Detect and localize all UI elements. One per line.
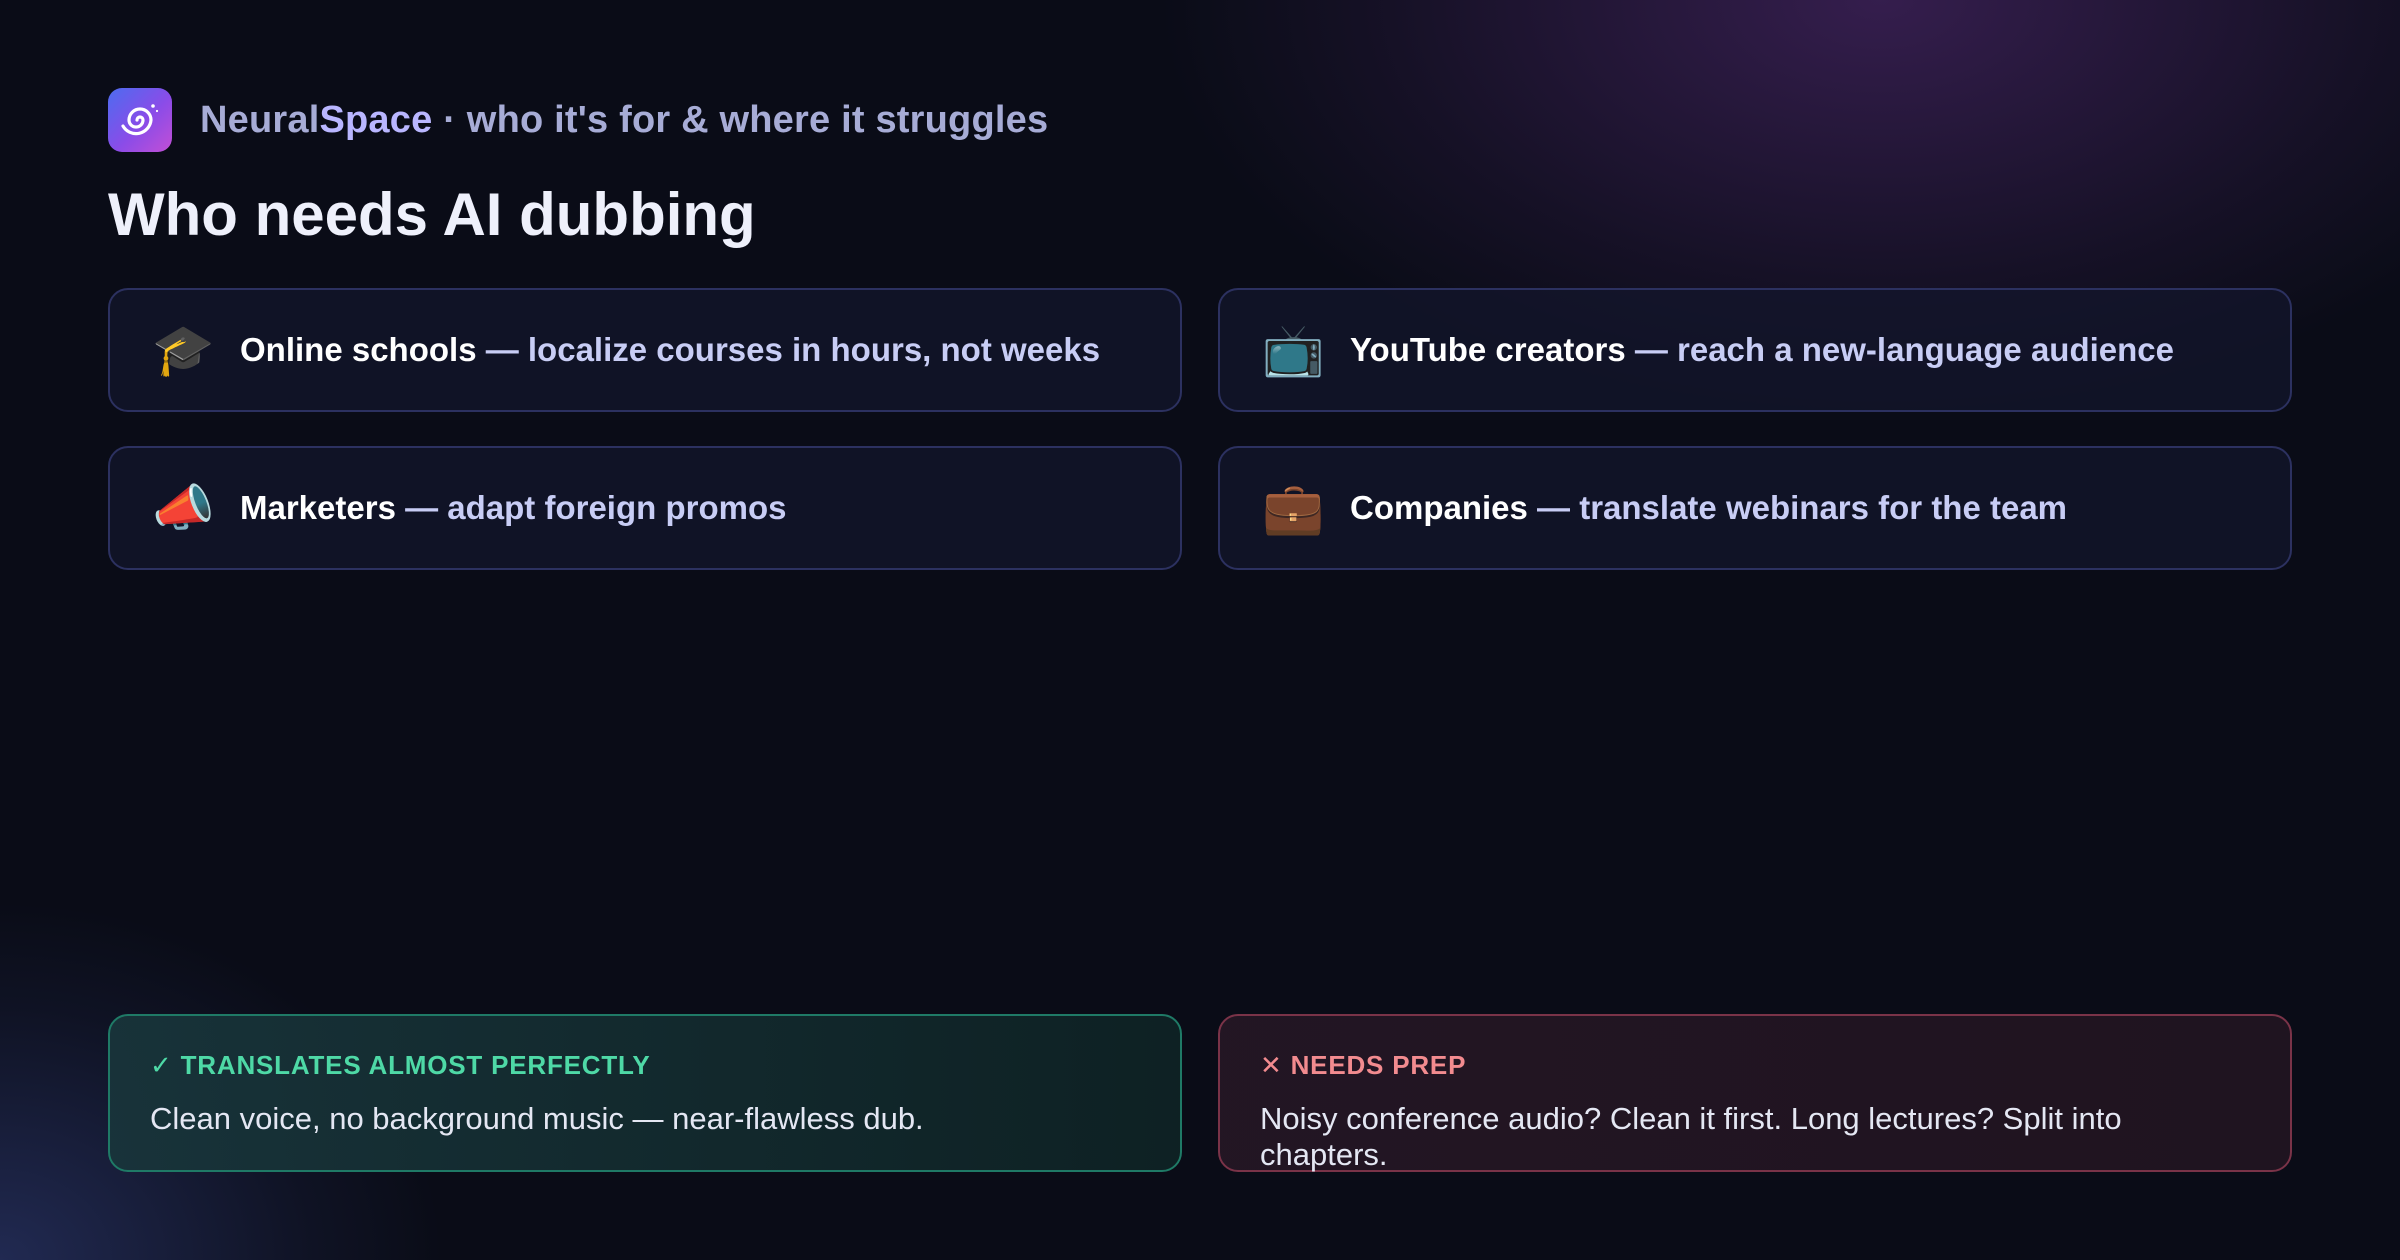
audience-name: Online schools bbox=[240, 331, 477, 368]
audience-desc: — localize courses in hours, not weeks bbox=[476, 331, 1101, 368]
audience-card-youtube-creators: 📺 YouTube creators — reach a new-languag… bbox=[1218, 288, 2292, 412]
audience-text: YouTube creators — reach a new-language … bbox=[1350, 331, 2174, 369]
audience-desc: — adapt foreign promos bbox=[395, 489, 787, 526]
brand-tagline: · who it's for & where it struggles bbox=[432, 98, 1049, 141]
audience-text: Online schools — localize courses in hou… bbox=[240, 331, 1100, 369]
note-body: Noisy conference audio? Clean it first. … bbox=[1260, 1101, 2122, 1172]
note-label: ✓ TRANSLATES ALMOST PERFECTLY bbox=[150, 1050, 651, 1080]
page-title: Who needs AI dubbing bbox=[108, 181, 756, 248]
graduation-cap-icon: 🎓 bbox=[152, 322, 215, 378]
briefcase-icon: 💼 bbox=[1262, 480, 1325, 536]
brand-title: NeuralSpace · who it's for & where it st… bbox=[200, 99, 1048, 142]
audience-card-companies: 💼 Companies — translate webinars for the… bbox=[1218, 446, 2292, 570]
brand-name-part2: Space bbox=[319, 98, 433, 141]
audience-desc: — translate webinars for the team bbox=[1527, 489, 2068, 526]
audience-name: Marketers bbox=[240, 489, 396, 526]
audience-grid: 🎓 Online schools — localize courses in h… bbox=[108, 288, 2292, 570]
television-icon: 📺 bbox=[1262, 322, 1325, 378]
note-needs-prep: ✕ NEEDS PREP Noisy conference audio? Cle… bbox=[1218, 1014, 2292, 1172]
audience-name: YouTube creators bbox=[1350, 331, 1626, 368]
audience-card-marketers: 📣 Marketers — adapt foreign promos bbox=[108, 446, 1182, 570]
audience-text: Marketers — adapt foreign promos bbox=[240, 489, 786, 527]
brand-header: NeuralSpace · who it's for & where it st… bbox=[108, 88, 1048, 152]
megaphone-icon: 📣 bbox=[152, 480, 215, 536]
audience-card-online-schools: 🎓 Online schools — localize courses in h… bbox=[108, 288, 1182, 412]
audience-text: Companies — translate webinars for the t… bbox=[1350, 489, 2067, 527]
note-label: ✕ NEEDS PREP bbox=[1260, 1050, 1467, 1080]
note-translates-well: ✓ TRANSLATES ALMOST PERFECTLY Clean voic… bbox=[108, 1014, 1182, 1172]
audience-desc: — reach a new-language audience bbox=[1625, 331, 2175, 368]
note-body: Clean voice, no background music — near-… bbox=[150, 1101, 924, 1136]
brand-name-part1: Neural bbox=[200, 98, 320, 141]
galaxy-swirl-icon bbox=[108, 88, 172, 152]
audience-name: Companies bbox=[1350, 489, 1528, 526]
